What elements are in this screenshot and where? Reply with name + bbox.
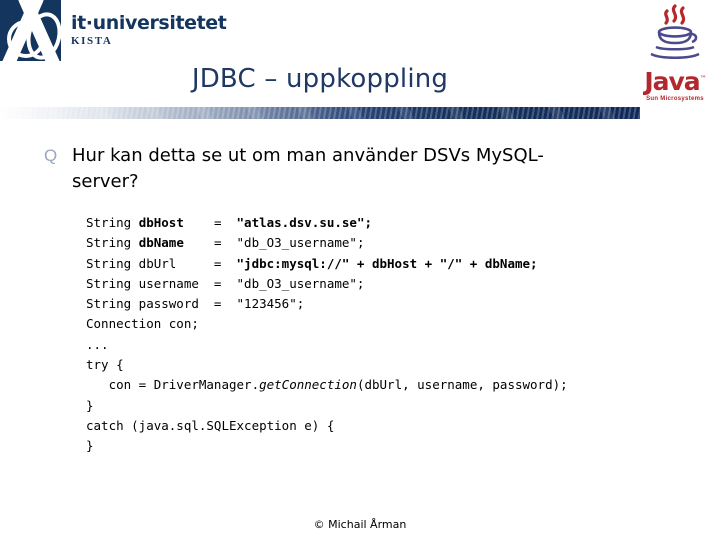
- java-wordmark: Java™: [644, 67, 707, 96]
- code-token: Connection con;: [86, 316, 199, 332]
- code-line: String username = "db_O3_username";: [86, 274, 568, 294]
- slide-title: JDBC – uppkoppling: [191, 64, 449, 94]
- code-token: con = DriverManager.: [86, 377, 260, 393]
- code-line: Connection con;: [86, 314, 568, 334]
- itu-wordmark: it·universitetet KISTA: [71, 12, 227, 47]
- code-token: ...: [86, 336, 109, 352]
- code-token: catch (java.sql.SQLException e) {: [86, 417, 335, 433]
- code-token: String: [86, 215, 139, 230]
- code-sample: String dbHost = "atlas.dsv.su.se"; String…: [86, 213, 568, 457]
- code-line: }: [86, 396, 568, 416]
- code-token: String username = "db_O3_username";: [86, 275, 365, 291]
- itu-logo: it·universitetet KISTA: [0, 0, 227, 61]
- code-token: =: [183, 215, 237, 230]
- code-line: String password = "123456";: [86, 294, 568, 314]
- code-token: "jdbc:mysql://" + dbHost + "/" + dbName;: [236, 255, 538, 271]
- java-coffee-cup-icon: [650, 4, 700, 60]
- code-token: getConnection: [259, 377, 357, 393]
- bullet-item-label: Hur kan detta se ut om man använder DSVs…: [72, 145, 544, 192]
- code-token: dbName: [138, 235, 184, 251]
- itu-logo-subtitle: KISTA: [71, 35, 113, 47]
- code-token: (dbUrl, username, password);: [356, 377, 568, 393]
- code-token: String: [86, 235, 139, 251]
- code-line: String dbUrl = "jdbc:mysql://" + dbHost …: [86, 254, 568, 274]
- bullet-item: Q Hur kan detta se ut om man använder DS…: [44, 143, 604, 195]
- java-trademark-symbol: ™: [699, 74, 707, 83]
- code-token: }: [86, 438, 94, 454]
- code-line: }: [86, 436, 568, 456]
- java-wordmark-text: Java: [644, 67, 700, 96]
- code-line: ...: [86, 335, 568, 355]
- bullet-marker-icon: Q: [44, 146, 58, 165]
- code-token: try {: [86, 357, 124, 373]
- code-token: "atlas.dsv.su.se";: [236, 215, 372, 230]
- code-token: dbHost: [138, 215, 184, 230]
- code-token: =: [183, 235, 237, 251]
- code-line: String dbName = "db_O3_username";: [86, 233, 568, 253]
- footer-copyright: © Michail Årman: [313, 518, 407, 531]
- code-token: "db_O3_username";: [236, 235, 365, 251]
- code-token: }: [86, 397, 94, 413]
- code-token: String dbUrl =: [86, 255, 237, 271]
- itu-emblem-icon: [0, 0, 61, 61]
- itu-logo-name: it·universitetet: [71, 12, 227, 34]
- code-line: catch (java.sql.SQLException e) {: [86, 416, 568, 436]
- code-line: String dbHost = "atlas.dsv.su.se";: [86, 213, 568, 233]
- java-sun-microsystems-label: Sun Microsystems: [646, 96, 704, 102]
- code-line: try {: [86, 355, 568, 375]
- code-line: con = DriverManager.getConnection(dbUrl,…: [86, 375, 568, 395]
- java-logo: Java™ Sun Microsystems: [638, 2, 712, 106]
- slide-header: it·universitetet KISTA Java™ Sun Microsy…: [0, 0, 720, 120]
- header-gradient-bar: [0, 107, 640, 119]
- code-token: String password = "123456";: [86, 296, 305, 312]
